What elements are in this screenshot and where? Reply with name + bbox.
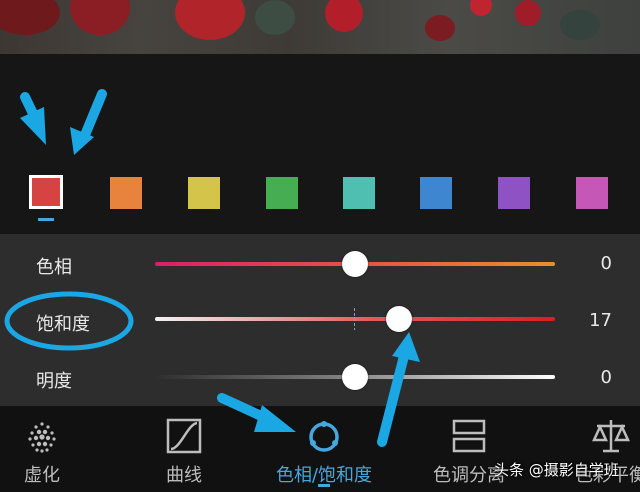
- color-swatch-4[interactable]: [266, 177, 298, 209]
- hue-value: 0: [600, 253, 612, 274]
- balance-scale-icon: [592, 420, 630, 453]
- selected-swatch-indicator: [38, 218, 54, 221]
- tab-blur-label: 虚化: [24, 465, 60, 486]
- color-swatch-1[interactable]: [29, 175, 63, 209]
- color-swatch-2[interactable]: [110, 177, 142, 209]
- color-swatch-bar: [0, 54, 640, 234]
- watermark: 头条 @摄影自学班: [494, 461, 619, 479]
- saturation-center-tick: [354, 308, 355, 330]
- color-swatch-3[interactable]: [188, 177, 220, 209]
- color-swatch-6[interactable]: [420, 177, 452, 209]
- tab-blur[interactable]: 虚化: [0, 406, 84, 492]
- photo-preview: [0, 0, 640, 54]
- color-swatch-8[interactable]: [576, 177, 608, 209]
- saturation-value: 17: [589, 310, 612, 331]
- saturation-slider-track[interactable]: [155, 317, 555, 321]
- dot-grid-icon: [28, 422, 56, 453]
- brightness-value: 0: [600, 367, 612, 388]
- saturation-label: 饱和度: [36, 314, 90, 335]
- split-tone-icon: [452, 419, 486, 453]
- tab-curves[interactable]: 曲线: [144, 406, 224, 492]
- tab-curves-label: 曲线: [166, 465, 202, 486]
- active-tab-indicator: [318, 484, 330, 487]
- ring-icon: [309, 421, 339, 452]
- saturation-slider-thumb[interactable]: [386, 306, 412, 332]
- color-swatch-7[interactable]: [498, 177, 530, 209]
- curve-icon: [166, 418, 202, 454]
- tab-hue-saturation[interactable]: 色相/饱和度: [264, 406, 384, 492]
- brightness-slider-thumb[interactable]: [342, 364, 368, 390]
- hue-label: 色相: [36, 257, 72, 278]
- color-swatch-5[interactable]: [343, 177, 375, 209]
- brightness-label: 明度: [36, 371, 72, 392]
- hue-slider-thumb[interactable]: [342, 251, 368, 277]
